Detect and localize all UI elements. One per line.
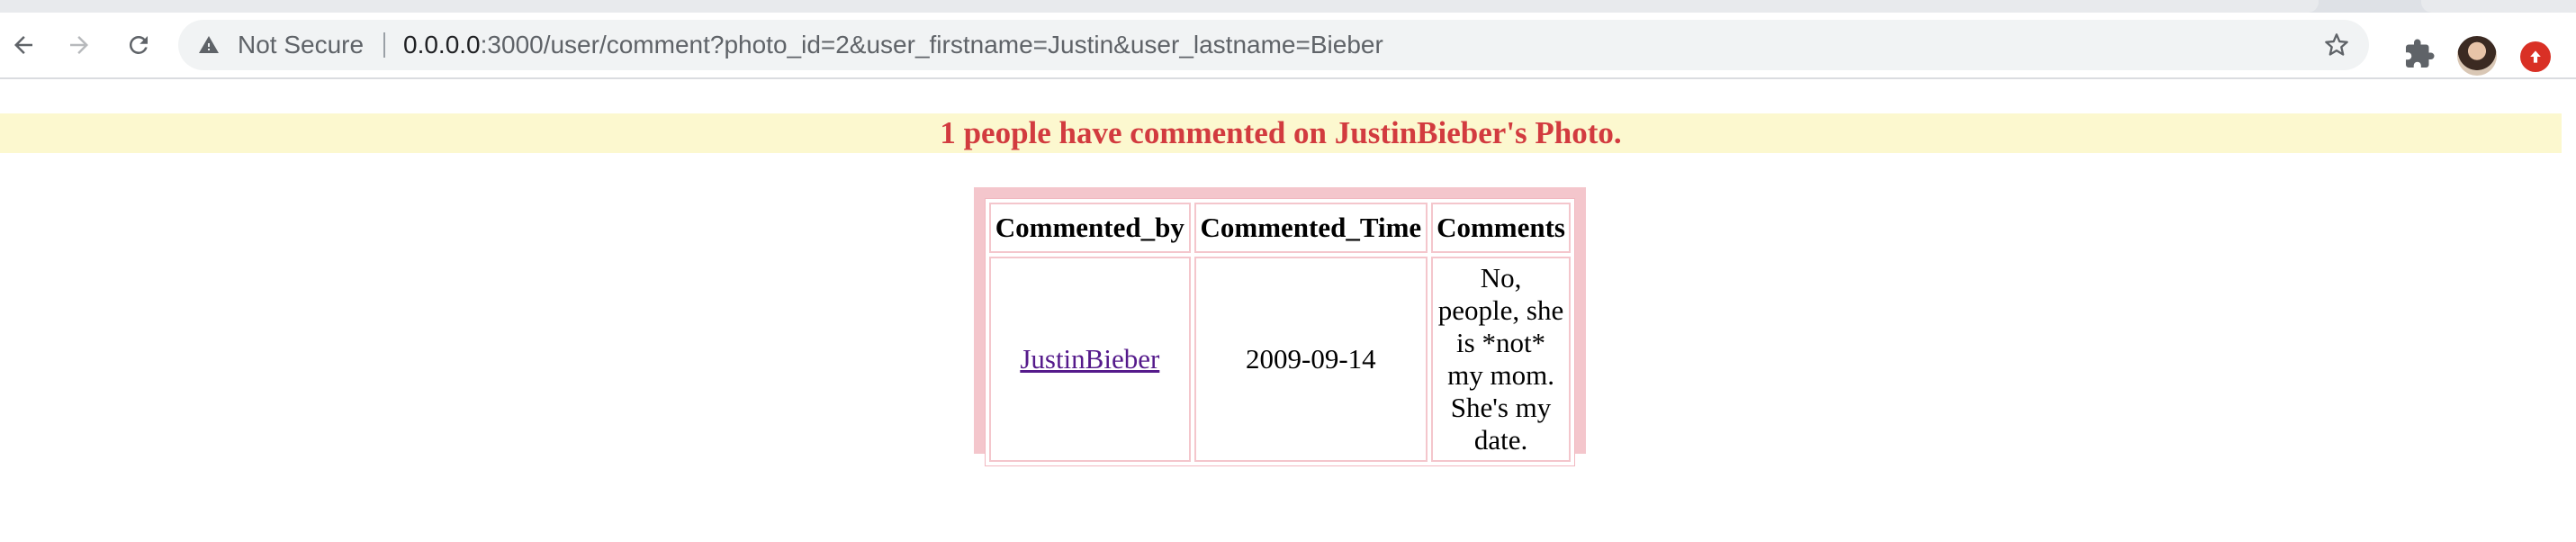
cell-commented-by: JustinBieber bbox=[989, 257, 1191, 462]
user-link[interactable]: JustinBieber bbox=[1020, 343, 1159, 375]
header-comments: Comments bbox=[1431, 203, 1571, 253]
header-commented-by: Commented_by bbox=[989, 203, 1191, 253]
header-commented-time: Commented_Time bbox=[1193, 203, 1428, 253]
url-text[interactable]: 0.0.0.0:3000/user/comment?photo_id=2&use… bbox=[403, 20, 1383, 70]
address-divider bbox=[383, 32, 385, 58]
comments-table-frame: Commented_by Commented_Time Comments Jus… bbox=[974, 187, 1586, 466]
back-button[interactable] bbox=[4, 25, 43, 65]
tab-strip bbox=[0, 0, 2576, 13]
inactive-tab[interactable] bbox=[2421, 0, 2576, 13]
cell-comment: No, people, she is *not* my mom. She's m… bbox=[1431, 257, 1571, 462]
url-path: :3000/user/comment?photo_id=2&user_first… bbox=[480, 31, 1383, 59]
cell-commented-time: 2009-09-14 bbox=[1193, 257, 1428, 462]
star-icon[interactable] bbox=[2324, 32, 2349, 58]
reload-button[interactable] bbox=[119, 25, 158, 65]
table-header-row: Commented_by Commented_Time Comments bbox=[989, 203, 1571, 253]
comment-count-banner: 1 people have commented on JustinBieber'… bbox=[0, 113, 2562, 153]
forward-icon bbox=[70, 36, 88, 54]
back-icon bbox=[14, 36, 32, 54]
puzzle-icon[interactable] bbox=[2403, 38, 2436, 70]
active-tab[interactable] bbox=[0, 0, 2319, 13]
page-title: 1 people have commented on JustinBieber'… bbox=[940, 115, 1622, 150]
arrow-up-icon bbox=[2530, 50, 2541, 63]
update-icon[interactable] bbox=[2520, 41, 2551, 72]
warning-icon bbox=[199, 36, 219, 53]
avatar[interactable] bbox=[2457, 36, 2497, 76]
table-row: JustinBieber 2009-09-14 No, people, she … bbox=[989, 257, 1571, 462]
forward-button[interactable] bbox=[59, 25, 99, 65]
comments-table: Commented_by Commented_Time Comments Jus… bbox=[985, 198, 1575, 466]
reload-icon bbox=[129, 35, 148, 54]
address-bar[interactable]: Not Secure 0.0.0.0:3000/user/comment?pho… bbox=[178, 20, 2369, 70]
url-host: 0.0.0.0 bbox=[403, 31, 481, 59]
security-label[interactable]: Not Secure bbox=[238, 20, 364, 70]
browser-toolbar: Not Secure 0.0.0.0:3000/user/comment?pho… bbox=[0, 13, 2576, 79]
